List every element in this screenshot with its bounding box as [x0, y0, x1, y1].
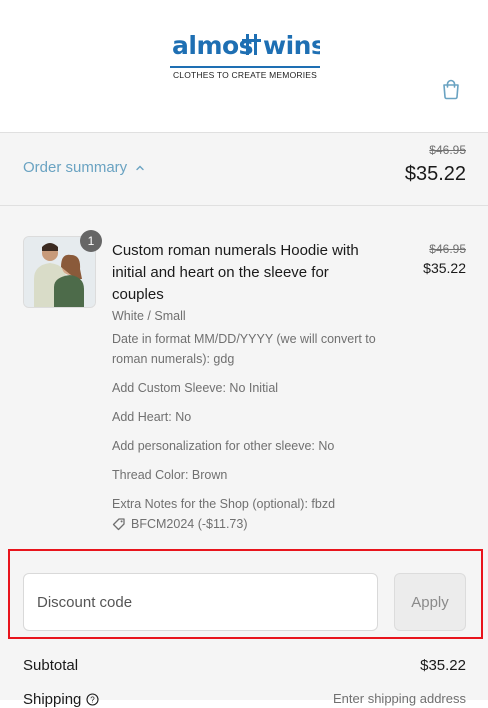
item-prices: $46.95 $35.22	[423, 242, 466, 276]
product-property: Thread Color: Brown	[112, 468, 228, 482]
item-info: Custom roman numerals Hoodie with initia…	[112, 240, 382, 531]
apply-discount-button[interactable]: Apply	[394, 573, 466, 631]
summary-total: $35.22	[404, 163, 466, 185]
logo-tagline: CLOTHES TO CREATE MEMORIES	[172, 70, 318, 80]
order-summary-content: 1 Custom roman numerals Hoodie with init…	[0, 206, 488, 708]
svg-text:almos: almos	[172, 31, 253, 60]
product-property: Extra Notes for the Shop (optional): fbz…	[112, 497, 336, 511]
logo-underline	[170, 66, 320, 68]
product-title: Custom roman numerals Hoodie with initia…	[112, 242, 359, 303]
product-property: Add Heart: No	[112, 410, 192, 424]
logo-wordmark: almos wins	[170, 30, 326, 66]
cart-button[interactable]	[440, 78, 462, 100]
header: almos wins CLOTHES TO CREATE MEMORIES	[0, 0, 488, 132]
order-summary-toggle[interactable]: Order summary	[23, 159, 145, 176]
subtotal-value: $35.22	[420, 657, 466, 674]
quantity-badge: 1	[80, 230, 102, 252]
chevron-up-icon	[136, 165, 144, 170]
brand-logo[interactable]: almos wins CLOTHES TO CREATE MEMORIES	[160, 30, 330, 80]
order-summary-label: Order summary	[23, 159, 128, 176]
item-price: $35.22	[423, 260, 466, 276]
product-property: Date in format MM/DD/YYYY (we will conve…	[112, 332, 376, 366]
order-summary-bar: Order summary $46.95 $35.22	[0, 132, 488, 206]
item-original-price: $46.95	[429, 242, 466, 256]
discount-code-input[interactable]	[23, 573, 378, 631]
product-variant: White / Small	[112, 309, 186, 323]
svg-text:wins: wins	[263, 31, 320, 60]
tag-icon	[112, 518, 125, 531]
summary-prices: $46.95 $35.22	[405, 143, 466, 186]
applied-discount: BFCM2024 (-$11.73)	[112, 517, 382, 531]
product-property: Add personalization for other sleeve: No	[112, 439, 335, 453]
logo-wordmark-graphic: almos wins	[172, 31, 326, 60]
product-property: Add Custom Sleeve: No Initial	[112, 381, 279, 395]
summary-original-total: $46.95	[429, 143, 466, 157]
shopping-bag-icon	[443, 79, 459, 100]
subtotal-row: Subtotal $35.22	[23, 657, 466, 674]
discount-code-label: BFCM2024 (-$11.73)	[131, 517, 248, 531]
subtotal-label: Subtotal	[23, 657, 79, 674]
svg-text:?: ?	[91, 696, 96, 705]
